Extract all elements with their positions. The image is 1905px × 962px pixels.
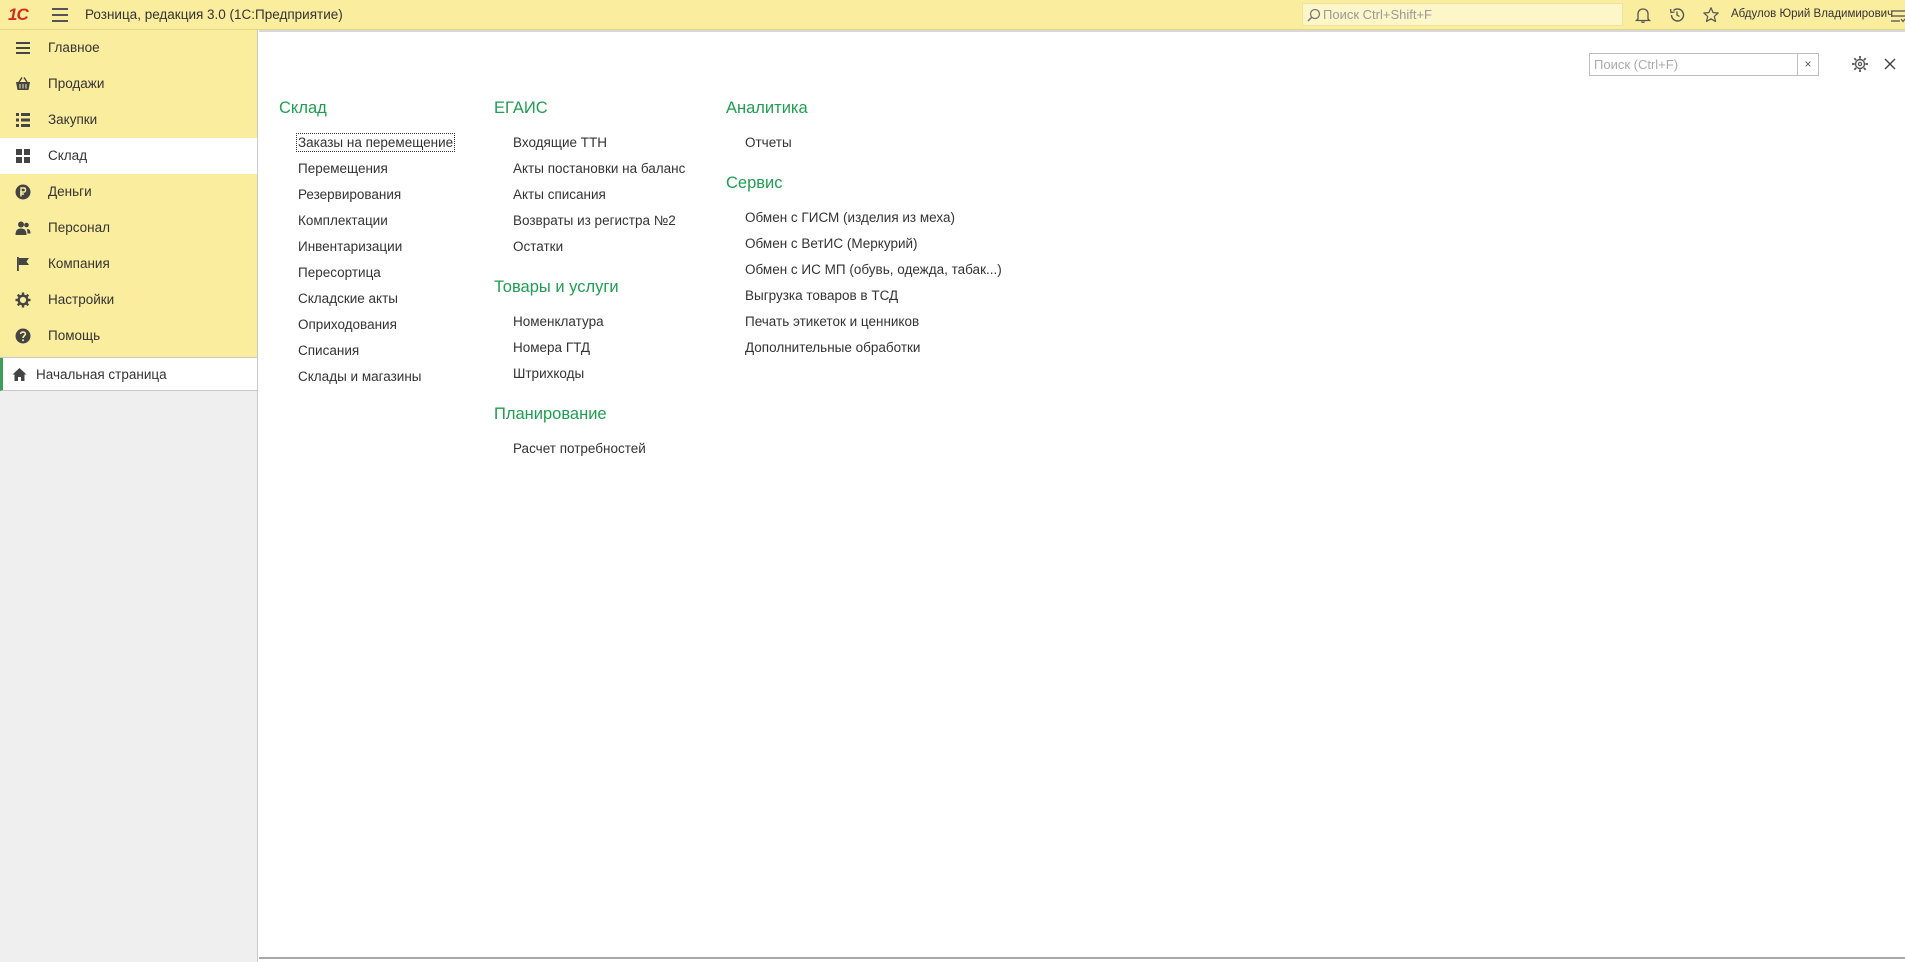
link-transfers[interactable]: Перемещения	[298, 161, 388, 176]
link-stock[interactable]: Остатки	[513, 239, 563, 254]
close-icon[interactable]	[1882, 56, 1898, 72]
app-title: Розница, редакция 3.0 (1С:Предприятие)	[85, 7, 343, 22]
list-icon	[16, 42, 30, 54]
user-name[interactable]: Абдулов Юрий Владимирович	[1731, 8, 1893, 20]
search-icon	[1307, 8, 1321, 22]
link-gtd-numbers[interactable]: Номера ГТД	[513, 340, 590, 355]
group-title-service: Сервис	[726, 174, 783, 192]
link-inventories[interactable]: Инвентаризации	[298, 239, 402, 254]
link-receipts[interactable]: Оприходования	[298, 317, 397, 332]
link-write-off-acts[interactable]: Акты списания	[513, 187, 606, 202]
section-personnel[interactable]: Персонал	[0, 210, 257, 246]
link-additional-processing[interactable]: Дополнительные обработки	[745, 340, 920, 355]
link-label-printing[interactable]: Печать этикеток и ценников	[745, 314, 919, 329]
section-sales[interactable]: Продажи	[0, 66, 257, 102]
link-nomenclature[interactable]: Номенклатура	[513, 314, 604, 329]
section-company[interactable]: Компания	[0, 246, 257, 282]
link-demand-calculation[interactable]: Расчет потребностей	[513, 441, 646, 456]
link-vetis-exchange[interactable]: Обмен с ВетИС (Меркурий)	[745, 236, 918, 251]
group-title-planning: Планирование	[494, 405, 607, 423]
section-label: Главное	[48, 40, 100, 55]
section-panel: Главное Продажи Закупки Склад Деньги Пер…	[0, 30, 257, 357]
purchases-icon	[16, 113, 30, 127]
history-icon[interactable]	[1668, 6, 1686, 24]
bell-icon[interactable]	[1634, 6, 1652, 24]
group-title-goods: Товары и услуги	[494, 278, 619, 296]
section-warehouse[interactable]: Склад	[0, 138, 257, 174]
section-label: Настройки	[48, 292, 115, 307]
link-warehouses-stores[interactable]: Склады и магазины	[298, 369, 421, 384]
flag-icon	[17, 257, 29, 271]
sidebar: Главное Продажи Закупки Склад Деньги Пер…	[0, 30, 258, 962]
warehouse-icon	[16, 149, 30, 163]
panel-search[interactable]: ×	[1589, 53, 1819, 76]
gear-icon	[15, 292, 31, 308]
menu-icon[interactable]	[52, 8, 68, 22]
user-menu-icon[interactable]	[1891, 9, 1905, 23]
section-label: Продажи	[48, 76, 105, 91]
clear-search-button[interactable]: ×	[1797, 54, 1818, 75]
link-gism-exchange[interactable]: Обмен с ГИСМ (изделия из меха)	[745, 210, 955, 225]
section-label: Закупки	[48, 112, 98, 127]
link-incoming-ttn[interactable]: Входящие ТТН	[513, 135, 607, 150]
link-reservations[interactable]: Резервирования	[298, 187, 401, 202]
basket-icon	[16, 77, 30, 90]
people-icon	[15, 221, 31, 235]
home-icon	[12, 368, 27, 381]
link-write-offs[interactable]: Списания	[298, 343, 359, 358]
section-label: Персонал	[48, 220, 110, 235]
link-ismp-exchange[interactable]: Обмен с ИС МП (обувь, одежда, табак...)	[745, 262, 1002, 277]
star-icon[interactable]	[1702, 6, 1720, 24]
link-transfer-orders[interactable]: Заказы на перемещение	[295, 133, 456, 152]
link-kits[interactable]: Комплектации	[298, 213, 388, 228]
open-window-label: Начальная страница	[36, 367, 167, 382]
global-search-input[interactable]	[1323, 5, 1618, 24]
global-search[interactable]	[1302, 3, 1623, 26]
link-barcodes[interactable]: Штрихкоды	[513, 366, 584, 381]
gear-icon[interactable]	[1851, 55, 1869, 73]
section-label: Компания	[48, 256, 110, 271]
link-register2-returns[interactable]: Возвраты из регистра №2	[513, 213, 676, 228]
section-label: Склад	[48, 148, 88, 163]
open-window-home[interactable]: Начальная страница	[0, 358, 257, 391]
group-title-analytics: Аналитика	[726, 99, 808, 117]
link-balance-acts[interactable]: Акты постановки на баланс	[513, 161, 685, 176]
section-label: Деньги	[48, 184, 92, 199]
help-icon	[15, 328, 31, 344]
link-warehouse-acts[interactable]: Складские акты	[298, 291, 398, 306]
app-logo: 1С	[8, 5, 29, 24]
group-title-warehouse: Склад	[279, 99, 327, 117]
section-purchases[interactable]: Закупки	[0, 102, 257, 138]
section-money[interactable]: Деньги	[0, 174, 257, 210]
link-tsd-export[interactable]: Выгрузка товаров в ТСД	[745, 288, 898, 303]
section-help[interactable]: Помощь	[0, 318, 257, 354]
group-title-egais: ЕГАИС	[494, 99, 548, 117]
ruble-icon	[15, 184, 31, 200]
section-settings[interactable]: Настройки	[0, 282, 257, 318]
top-bar: 1С Розница, редакция 3.0 (1С:Предприятие…	[0, 0, 1905, 30]
open-windows-list: Начальная страница	[0, 357, 257, 391]
section-label: Помощь	[48, 328, 101, 343]
link-reports[interactable]: Отчеты	[745, 135, 792, 150]
bottom-divider	[259, 957, 1905, 959]
content-panel: × Склад Заказы на перемещение Перемещени…	[259, 30, 1905, 960]
link-regrading[interactable]: Пересортица	[298, 265, 381, 280]
panel-search-input[interactable]	[1594, 56, 1794, 73]
section-main[interactable]: Главное	[0, 30, 257, 66]
